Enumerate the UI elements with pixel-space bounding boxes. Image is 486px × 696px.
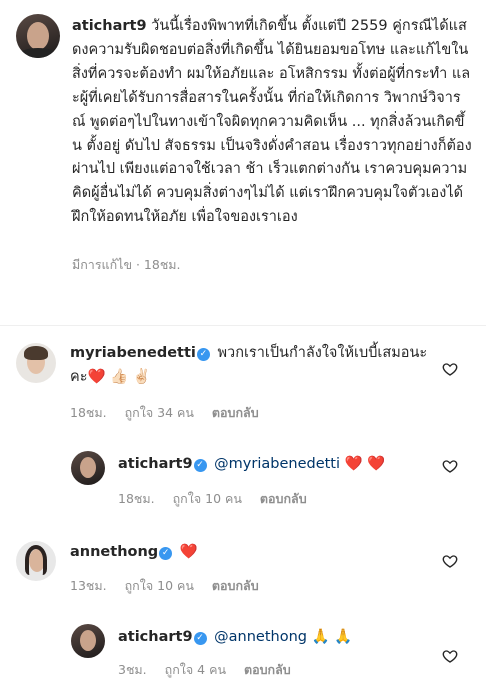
caption-text: atichart9 วันนี้เรื่องพิพาทที่เกิดขึ้น ต… (72, 15, 474, 230)
comment-meta: 18ชม. ถูกใจ 10 คน ตอบกลับ (118, 489, 321, 509)
comment-emojis: 🙏 🙏 (311, 629, 353, 645)
reply-button[interactable]: ตอบกลับ (260, 491, 307, 506)
comment-text: annethong ✓ ❤️ (70, 540, 430, 564)
comment-time: 3ชม. (118, 662, 147, 677)
caption-body: วันนี้เรื่องพิพาทที่เกิดขึ้น ตั้งแต่ปี 2… (72, 18, 472, 226)
comment-likes[interactable]: ถูกใจ 10 คน (125, 578, 194, 593)
mention-link[interactable]: @annethong (214, 629, 307, 645)
comment-emojis: ❤️ ❤️ (344, 456, 386, 472)
comment-time: 18ชม. (118, 491, 155, 506)
comment-text: atichart9 ✓ @annethong 🙏 🙏 (118, 625, 448, 649)
username-link[interactable]: annethong (70, 544, 158, 560)
mention-link[interactable]: @myriabenedetti (214, 456, 340, 472)
heart-outline-icon[interactable] (442, 648, 458, 664)
heart-outline-icon[interactable] (442, 361, 458, 377)
comment-text: atichart9 ✓ @myriabenedetti ❤️ ❤️ (118, 452, 448, 476)
avatar[interactable] (16, 14, 60, 58)
comment-meta: 3ชม. ถูกใจ 4 คน ตอบกลับ (118, 660, 305, 680)
comment-emojis: ❤️ 👍🏻 ✌🏻 (87, 369, 151, 385)
username-link[interactable]: atichart9 (72, 18, 147, 34)
divider (0, 325, 486, 326)
avatar[interactable] (71, 624, 105, 658)
comment-meta: 13ชม. ถูกใจ 10 คน ตอบกลับ (70, 576, 273, 596)
comment-likes[interactable]: ถูกใจ 34 คน (125, 405, 194, 420)
comment-text: myriabenedetti ✓ พวกเราเป็นกำลังใจให้เบบี… (70, 341, 430, 389)
avatar[interactable] (16, 343, 56, 383)
avatar[interactable] (71, 451, 105, 485)
avatar[interactable] (16, 541, 56, 581)
reply-button[interactable]: ตอบกลับ (212, 578, 259, 593)
verified-badge-icon: ✓ (159, 547, 173, 560)
username-link[interactable]: atichart9 (118, 456, 193, 472)
comment-meta: 18ชม. ถูกใจ 34 คน ตอบกลับ (70, 403, 273, 423)
caption-meta: มีการแก้ไข · 18ชม. (72, 257, 181, 272)
verified-badge-icon: ✓ (193, 459, 207, 472)
comment-emojis: ❤️ (179, 544, 198, 560)
comment-likes[interactable]: ถูกใจ 10 คน (173, 491, 242, 506)
verified-badge-icon: ✓ (196, 348, 210, 361)
reply-button[interactable]: ตอบกลับ (212, 405, 259, 420)
comment-time: 13ชม. (70, 578, 107, 593)
reply-button[interactable]: ตอบกลับ (244, 662, 291, 677)
comment-time: 18ชม. (70, 405, 107, 420)
heart-outline-icon[interactable] (442, 458, 458, 474)
username-link[interactable]: atichart9 (118, 629, 193, 645)
comment-likes[interactable]: ถูกใจ 4 คน (165, 662, 226, 677)
username-link[interactable]: myriabenedetti (70, 345, 196, 361)
verified-badge-icon: ✓ (193, 632, 207, 645)
heart-outline-icon[interactable] (442, 553, 458, 569)
